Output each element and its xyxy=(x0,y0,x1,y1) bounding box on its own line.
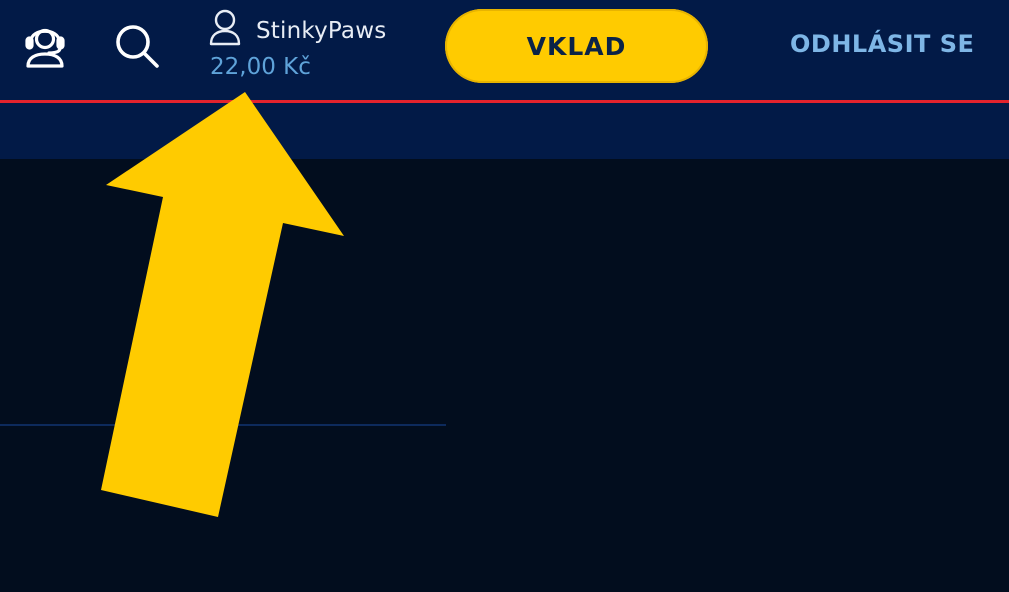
deposit-button[interactable]: VKLAD xyxy=(445,9,708,83)
search-icon xyxy=(116,25,159,68)
user-account[interactable]: StinkyPaws 22,00 Kč xyxy=(208,8,418,88)
logout-link[interactable]: ODHLÁSIT SE xyxy=(790,30,974,58)
support-headset-icon xyxy=(25,28,65,68)
support-button[interactable] xyxy=(18,20,72,74)
search-button[interactable] xyxy=(108,20,166,74)
account-balance: 22,00 Kč xyxy=(210,54,311,80)
sub-navigation-bar xyxy=(0,103,1009,159)
content-divider xyxy=(0,424,446,426)
username: StinkyPaws xyxy=(256,18,387,44)
user-icon xyxy=(209,9,241,46)
